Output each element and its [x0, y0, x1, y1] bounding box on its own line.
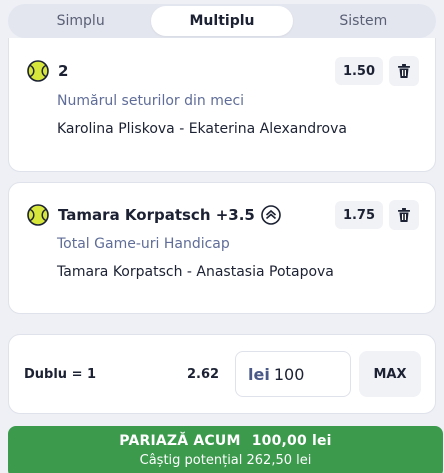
- tab-simplu[interactable]: Simplu: [10, 6, 151, 36]
- selection-odd: 1.50: [335, 57, 383, 85]
- stake-panel: Dublu = 1 2.62 lei 100 MAX: [8, 334, 436, 414]
- event-name: Tamara Korpatsch - Anastasia Potapova: [57, 264, 334, 280]
- selection-name: 2: [58, 62, 69, 80]
- max-stake-button[interactable]: MAX: [359, 351, 421, 397]
- stake-amount[interactable]: 100: [274, 365, 305, 384]
- selection-header: 2 1.50: [27, 56, 419, 86]
- market-name: Total Game-uri Handicap: [57, 236, 230, 252]
- remove-selection-button[interactable]: [389, 200, 419, 230]
- tennis-ball-icon: [27, 60, 49, 82]
- tennis-ball-icon: [27, 204, 49, 226]
- bet-selection-card: Tamara Korpatsch +3.5 1.75 Total Game-ur…: [8, 182, 436, 314]
- event-name: Karolina Pliskova - Ekaterina Alexandrov…: [57, 121, 347, 137]
- currency-label: lei: [248, 364, 270, 384]
- place-bet-button[interactable]: PARIAZĂ ACUM 100,00 lei Câștig potențial…: [8, 426, 443, 473]
- remove-selection-button[interactable]: [389, 56, 419, 86]
- bet-selection-card: 2 1.50 Numărul seturilor din meci Karoli…: [8, 38, 436, 172]
- trash-icon: [398, 64, 410, 78]
- bet-type-tabs: Simplu Multiplu Sistem: [8, 4, 436, 38]
- selection-odd: 1.75: [335, 201, 383, 229]
- odds-boost-icon: [261, 205, 281, 225]
- place-bet-label: PARIAZĂ ACUM 100,00 lei: [116, 433, 334, 449]
- potential-win: Câștig potențial 262,50 lei: [139, 453, 312, 468]
- tab-multiplu[interactable]: Multiplu: [151, 6, 293, 36]
- selection-header: Tamara Korpatsch +3.5 1.75: [27, 200, 419, 230]
- place-bet-stake: 100,00 lei: [251, 433, 332, 449]
- total-odds: 2.62: [187, 367, 220, 382]
- stake-input[interactable]: lei 100: [235, 351, 351, 397]
- tab-sistem[interactable]: Sistem: [293, 6, 434, 36]
- selection-name: Tamara Korpatsch +3.5: [58, 206, 255, 224]
- trash-icon: [398, 208, 410, 222]
- place-bet-text: PARIAZĂ ACUM: [119, 433, 241, 449]
- market-name: Numărul seturilor din meci: [57, 93, 245, 109]
- combination-label: Dublu = 1: [24, 367, 97, 382]
